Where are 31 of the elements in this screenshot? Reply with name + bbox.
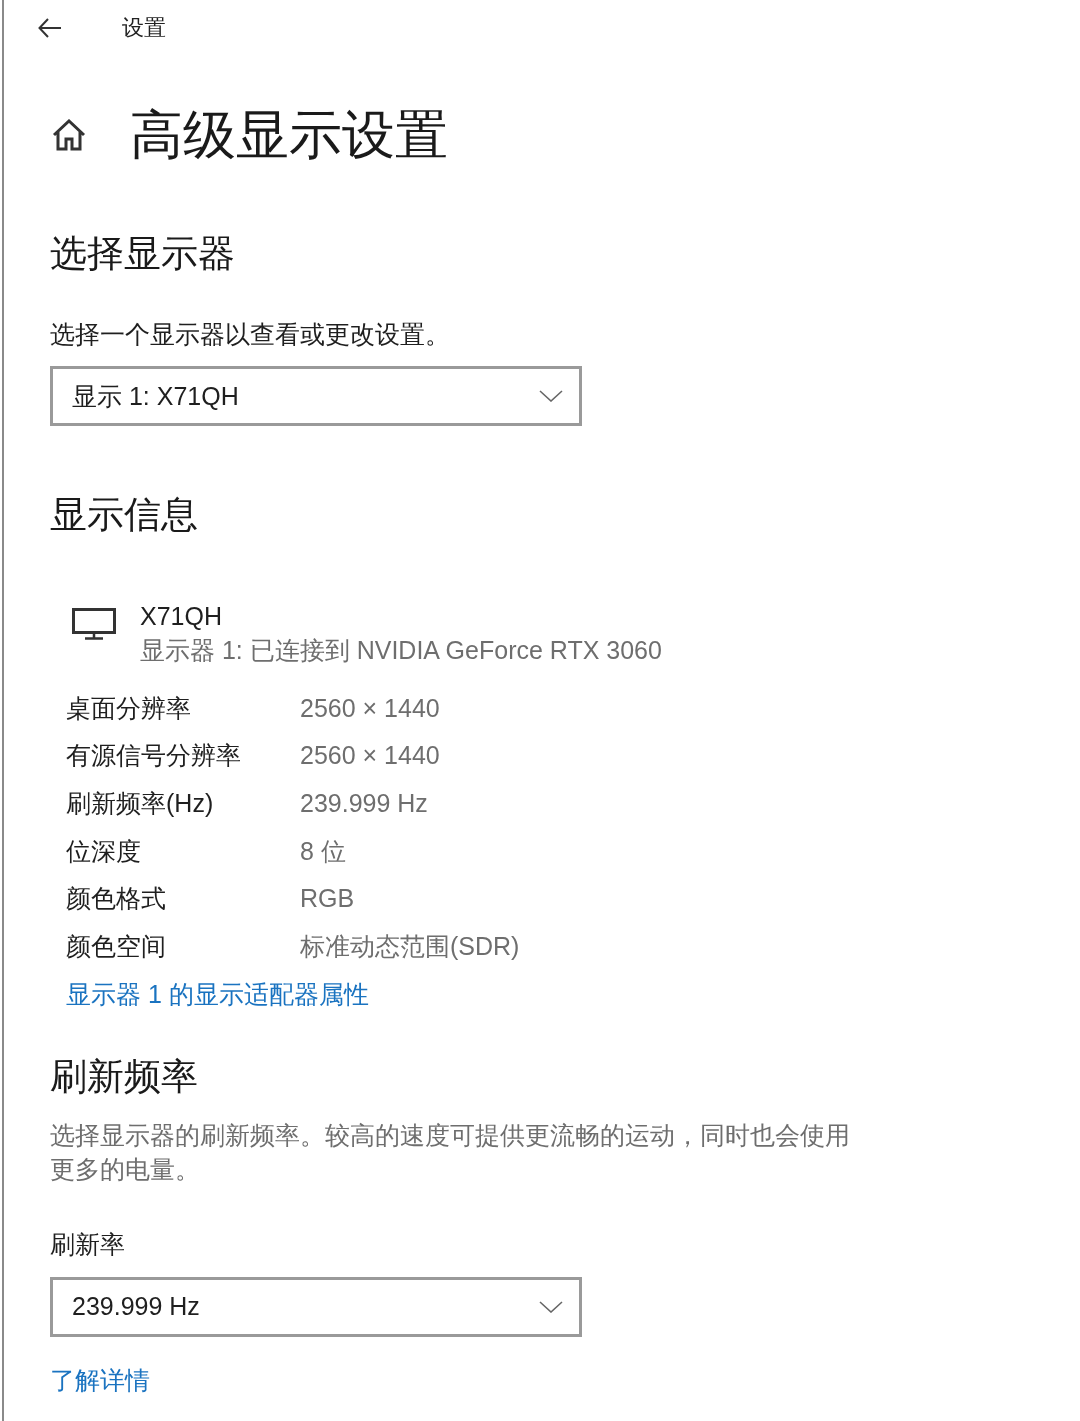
info-value: 239.999 Hz [300,788,428,819]
section-description: 选择一个显示器以查看或更改设置。 [50,319,450,350]
section-heading: 选择显示器 [50,232,235,276]
page-title: 高级显示设置 [130,104,448,166]
back-icon[interactable] [38,18,62,38]
section-heading: 显示信息 [50,493,198,537]
info-label: 位深度 [66,835,142,867]
info-label: 颜色空间 [66,930,167,962]
info-value: 8 位 [300,835,346,867]
refresh-rate-dropdown[interactable]: 239.999 Hz [50,1276,582,1337]
home-icon[interactable] [52,119,86,151]
learn-more-link[interactable]: 了解详情 [50,1362,150,1397]
info-label: 刷新频率(Hz) [66,788,215,819]
info-label: 有源信号分辨率 [66,740,242,772]
info-value: RGB [300,883,355,915]
section-heading: 刷新频率 [50,1054,198,1099]
info-label: 颜色格式 [66,883,167,915]
info-value: 2560 × 1440 [300,692,440,724]
adapter-properties-link[interactable]: 显示器 1 的显示适配器属性 [66,976,369,1011]
monitor-name: X71QH [140,601,223,632]
section-description: 选择显示器的刷新频率。较高的速度可提供更流畅的运动，同时也会使用更多的电量。 [50,1119,851,1185]
chevron-down-icon [539,390,563,402]
monitor-connection: 显示器 1: 已连接到 NVIDIA GeForce RTX 3060 [140,635,662,666]
info-value: 2560 × 1440 [300,740,440,772]
monitor-icon [72,608,116,640]
window-title: 设置 [122,14,166,42]
info-value: 标准动态范围(SDR) [300,930,520,962]
chevron-down-icon [539,1300,563,1313]
display-dropdown[interactable]: 显示 1: X71QH [50,366,582,426]
field-label: 刷新率 [50,1228,125,1260]
info-label: 桌面分辨率 [66,692,192,724]
